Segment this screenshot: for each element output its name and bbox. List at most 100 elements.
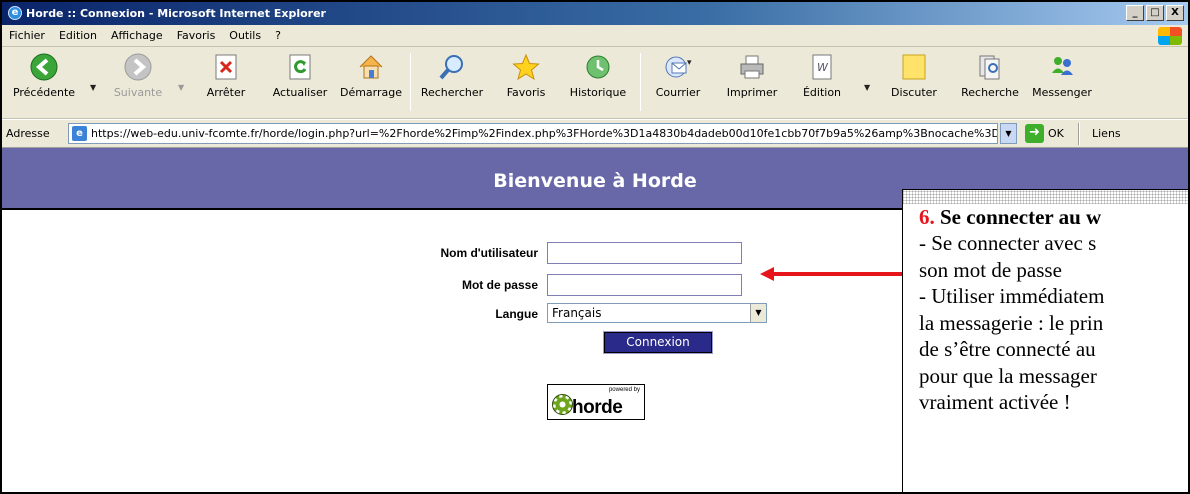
password-input[interactable] (547, 274, 742, 296)
annotation-line: la messagerie : le prin (919, 310, 1104, 335)
forward-button[interactable]: Suivante (102, 51, 174, 99)
close-button[interactable]: X (1166, 5, 1184, 21)
powered-by-horde-logo[interactable]: powered by horde (547, 384, 645, 420)
favorites-label: Favoris (506, 86, 546, 99)
star-icon (512, 53, 540, 81)
annotation-line: - Se connecter avec s (919, 231, 1097, 255)
annotation-heading: 6. Se connecter au w (919, 204, 1188, 230)
word-edit-icon: W (808, 53, 836, 81)
page-icon: e (72, 126, 87, 141)
back-arrow-icon (30, 53, 58, 81)
print-button[interactable]: Imprimer (722, 51, 782, 99)
menu-edition[interactable]: Edition (52, 29, 104, 42)
edit-button[interactable]: W Édition (792, 51, 852, 99)
menu-help[interactable]: ? (268, 29, 288, 42)
menu-bar: Fichier Edition Affichage Favoris Outils… (2, 25, 1188, 47)
language-label: Langue (495, 307, 538, 321)
history-icon (584, 53, 612, 81)
back-button[interactable]: Précédente (8, 51, 80, 99)
research-button[interactable]: Recherche (954, 51, 1026, 99)
refresh-icon (286, 53, 314, 81)
svg-text:▾: ▾ (687, 58, 692, 68)
chevron-down-icon[interactable]: ▼ (750, 304, 766, 322)
addressbar-separator (1078, 123, 1080, 145)
annotation-line: - Utiliser immédiatem (919, 284, 1105, 308)
history-button[interactable]: Historique (562, 51, 634, 99)
windows-logo-icon (1158, 27, 1182, 45)
title-bar: e Horde :: Connexion - Microsoft Interne… (2, 2, 1188, 25)
horde-wordmark: horde (572, 397, 623, 418)
menu-fichier[interactable]: Fichier (2, 29, 52, 42)
back-dropdown-icon[interactable]: ▼ (90, 83, 96, 92)
powered-by-text: powered by (608, 387, 640, 393)
annotation-text: 6. Se connecter au w - Se connecter avec… (903, 204, 1188, 416)
toolbar-separator (410, 53, 411, 111)
annotation-line: pour que la messager (919, 363, 1097, 388)
stop-button[interactable]: Arrêter (198, 51, 254, 99)
go-button[interactable]: OK (1048, 127, 1064, 140)
username-label: Nom d'utilisateur (440, 246, 538, 260)
research-label: Recherche (961, 86, 1019, 99)
address-input[interactable]: e https://web-edu.univ-fcomte.fr/horde/l… (68, 123, 998, 144)
annotation-line: vraiment activée ! (919, 390, 1071, 414)
annotation-callout: 6. Se connecter au w - Se connecter avec… (902, 189, 1188, 492)
search-button[interactable]: Rechercher (416, 51, 488, 99)
toolbar: Précédente ▼ Suivante ▼ Arrêter Actualis… (2, 47, 1188, 119)
menu-affichage[interactable]: Affichage (104, 29, 170, 42)
minimize-button[interactable]: _ (1126, 5, 1144, 21)
forward-arrow-icon (124, 53, 152, 81)
window-title: Horde :: Connexion - Microsoft Internet … (26, 7, 326, 20)
search-icon (438, 53, 466, 81)
search-label: Rechercher (420, 86, 484, 99)
discuss-icon (900, 53, 928, 81)
browser-window: e Horde :: Connexion - Microsoft Interne… (0, 0, 1190, 494)
annotation-line: son mot de passe (919, 257, 1062, 282)
home-button[interactable]: Démarrage (338, 51, 404, 99)
back-label: Précédente (12, 86, 76, 99)
stop-icon (212, 53, 240, 81)
printer-icon (738, 53, 766, 81)
address-label: Adresse (6, 127, 50, 140)
discuss-label: Discuter (891, 86, 937, 99)
menu-favoris[interactable]: Favoris (170, 29, 223, 42)
forward-dropdown-icon[interactable]: ▼ (178, 83, 184, 92)
toolbar-separator (640, 53, 641, 111)
stop-label: Arrêter (206, 86, 246, 99)
go-arrow-icon[interactable]: ➜ (1025, 124, 1044, 143)
password-label: Mot de passe (461, 278, 538, 292)
address-bar: Adresse e https://web-edu.univ-fcomte.fr… (2, 120, 1188, 148)
maximize-button[interactable]: □ (1146, 5, 1164, 21)
mail-label: Courrier (655, 86, 701, 99)
svg-text:W: W (817, 61, 829, 74)
edit-label: Édition (802, 86, 842, 99)
step-number: 6. (919, 205, 935, 229)
history-label: Historique (569, 86, 627, 99)
language-value: Français (552, 306, 602, 320)
mail-button[interactable]: ▾ Courrier (650, 51, 706, 99)
refresh-label: Actualiser (272, 86, 328, 99)
address-url: https://web-edu.univ-fcomte.fr/horde/log… (91, 127, 998, 140)
username-input[interactable] (547, 242, 742, 264)
annotation-title: Se connecter au w (934, 205, 1102, 229)
address-dropdown-icon[interactable]: ▼ (1000, 123, 1017, 144)
messenger-label: Messenger (1032, 86, 1092, 99)
research-icon (976, 53, 1004, 81)
discuss-button[interactable]: Discuter (882, 51, 946, 99)
login-button[interactable]: Connexion (603, 331, 713, 354)
links-button[interactable]: Liens (1092, 127, 1121, 140)
home-label: Démarrage (339, 86, 403, 99)
language-select[interactable]: Français ▼ (547, 303, 767, 323)
horde-gear-icon (552, 394, 573, 415)
home-icon (357, 53, 385, 81)
menu-outils[interactable]: Outils (222, 29, 268, 42)
pointer-arrow (760, 267, 906, 281)
refresh-button[interactable]: Actualiser (268, 51, 332, 99)
print-label: Imprimer (726, 86, 778, 99)
messenger-icon (1048, 53, 1076, 81)
messenger-button[interactable]: Messenger (1026, 51, 1098, 99)
forward-label: Suivante (113, 86, 163, 99)
mail-icon: ▾ (664, 53, 692, 81)
annotation-line: de s’être connecté au (919, 337, 1096, 361)
edit-dropdown-icon[interactable]: ▼ (864, 83, 870, 92)
favorites-button[interactable]: Favoris (498, 51, 554, 99)
